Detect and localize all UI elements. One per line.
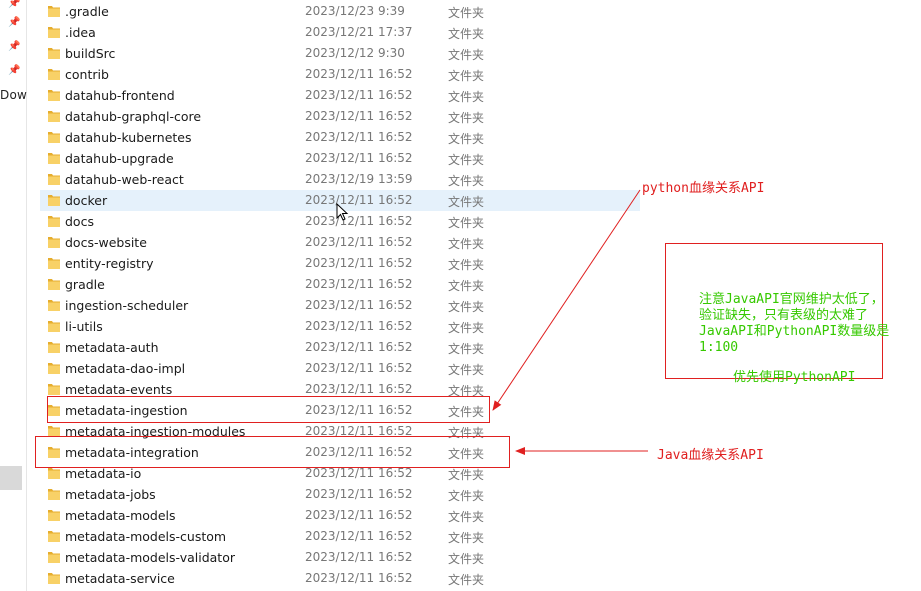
annotation-arrows bbox=[492, 189, 648, 455]
mouse-cursor-icon bbox=[336, 203, 349, 221]
arrow-to-python bbox=[492, 189, 641, 411]
